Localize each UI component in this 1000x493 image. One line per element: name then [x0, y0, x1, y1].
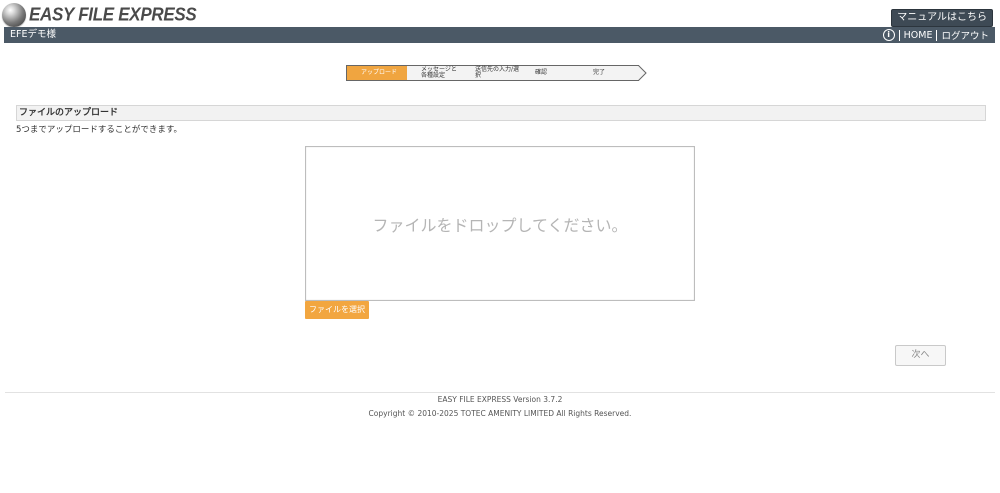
header-bar: EFEデモ様 i HOME ログアウト — [4, 27, 995, 43]
page: EASY FILE EXPRESS マニュアルはこちら EFEデモ様 i HOM… — [0, 0, 1000, 493]
select-file-button[interactable]: ファイルを選択 — [305, 301, 369, 319]
logout-link[interactable]: ログアウト — [941, 28, 989, 42]
version-text: EASY FILE EXPRESS Version 3.7.2 — [437, 395, 563, 404]
step-label: メッセージと 各種設定 — [421, 66, 457, 79]
step-label: アップロード — [361, 69, 398, 76]
step-complete: 完了 — [579, 65, 647, 81]
section-description: 5つまでアップロードすることができます。 — [16, 125, 183, 135]
step-confirm: 確認 — [521, 65, 591, 81]
logo-ball-icon — [2, 3, 26, 27]
step-upload: アップロード — [346, 65, 419, 81]
footer-divider — [5, 392, 995, 393]
logo-text: EASY FILE EXPRESS — [29, 4, 197, 25]
step-label: 送信先の入力/選択 — [475, 66, 520, 79]
step-recipient: 送信先の入力/選択 — [465, 65, 533, 81]
step-label: 完了 — [593, 69, 606, 76]
copyright-text: Copyright © 2010-2025 TOTEC AMENITY LIMI… — [368, 409, 632, 418]
header-links: i HOME ログアウト — [882, 27, 989, 43]
user-name: EFEデモ様 — [10, 29, 56, 40]
manual-button[interactable]: マニュアルはこちら — [891, 9, 993, 27]
divider — [898, 29, 900, 41]
dropzone-text: ファイルをドロップしてください。 — [372, 215, 628, 235]
section-title: ファイルのアップロード — [16, 105, 986, 121]
logo[interactable]: EASY FILE EXPRESS — [2, 3, 197, 27]
divider — [936, 29, 938, 41]
next-button[interactable]: 次へ — [895, 345, 946, 366]
step-arrow-icon — [638, 65, 647, 81]
step-label: 確認 — [535, 69, 548, 76]
info-icon[interactable]: i — [882, 29, 895, 41]
progress-steps: アップロード メッセージと 各種設定 送信先の入力/選択 確認 完了 — [346, 65, 647, 81]
step-message-settings: メッセージと 各種設定 — [407, 65, 477, 81]
file-dropzone[interactable]: ファイルをドロップしてください。 — [305, 146, 695, 301]
home-link[interactable]: HOME — [904, 30, 933, 41]
